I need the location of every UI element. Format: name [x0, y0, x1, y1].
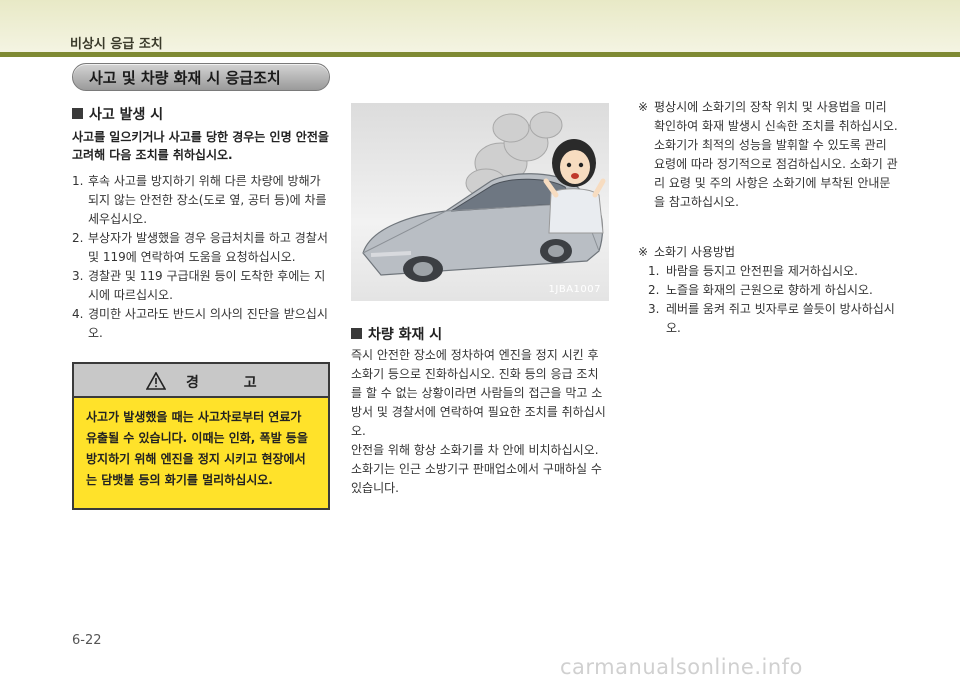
car-fire-illustration: 1JBA1007: [351, 103, 609, 301]
usage-title: 소화기 사용방법: [654, 245, 736, 259]
warning-text: 사고가 발생했을 때는 사고차로부터 연료가 유출될 수 있습니다. 이때는 인…: [86, 410, 308, 487]
accident-steps-list: 1. 후속 사고를 방지하기 위해 다른 차량에 방해가 되지 않는 안전한 장…: [72, 172, 330, 343]
fire-instructions: 즉시 안전한 장소에 정차하여 엔진을 정지 시킨 후 소화기 등으로 진화하십…: [351, 346, 609, 498]
warning-header: 경 고: [74, 364, 328, 398]
list-item: 1. 바람을 등지고 안전핀을 제거하십시오.: [648, 264, 858, 278]
list-item: 2. 부상자가 발생했을 경우 응급처치를 하고 경찰서 및 119에 연락하여…: [72, 231, 328, 264]
accident-heading: 사고 발생 시: [72, 104, 163, 124]
car-illustration: [362, 111, 606, 282]
watermark: carmanualsonline.info: [560, 655, 803, 679]
fire-paragraph: 소화기는 인근 소방기구 판매업소에서 구매하실 수 있습니다.: [351, 462, 602, 495]
fire-heading: 차량 화재 시: [351, 324, 442, 344]
figure-code: 1JBA1007: [548, 284, 601, 295]
header-accent-line: [0, 52, 960, 57]
warning-triangle-icon: [146, 372, 166, 390]
accident-intro: 사고를 일으키거나 사고를 당한 경우는 인명 안전을 고려해 다음 조치를 취…: [72, 130, 329, 162]
list-item: 2. 노즐을 화재의 근원으로 향하게 하십시오.: [648, 283, 873, 297]
list-item: 3. 레버를 움켜 쥐고 빗자루로 쓸듯이 방사하십시오.: [648, 302, 895, 335]
page-number: 6-22: [72, 633, 102, 648]
square-bullet-icon: [351, 328, 362, 339]
list-item: 3. 경찰관 및 119 구급대원 등이 도착한 후에는 지시에 따르십시오.: [72, 269, 326, 302]
warning-label: 경 고: [186, 375, 277, 391]
square-bullet-icon: [72, 108, 83, 119]
reference-mark-icon: ※: [638, 245, 649, 259]
chapter-title: 비상시 응급 조치: [70, 37, 163, 52]
extinguisher-usage: ※ 소화기 사용방법 1. 바람을 등지고 안전핀을 제거하십시오. 2. 노즐…: [638, 243, 900, 338]
list-item: 4. 경미한 사고라도 반드시 의사의 진단을 받으십시오.: [72, 307, 328, 340]
header-band: 비상시 응급 조치: [0, 0, 960, 52]
section-title: 사고 및 차량 화재 시 응급조치: [89, 69, 281, 87]
fire-paragraph: 안전을 위해 항상 소화기를 차 안에 비치하십시오.: [351, 443, 599, 457]
usage-steps-list: 1. 바람을 등지고 안전핀을 제거하십시오. 2. 노즐을 화재의 근원으로 …: [638, 262, 900, 338]
extinguisher-note: ※ 평상시에 소화기의 장착 위치 및 사용법을 미리 확인하여 화재 발생시 …: [638, 98, 900, 212]
section-title-banner: 사고 및 차량 화재 시 응급조치: [72, 63, 330, 91]
reference-mark-icon: ※: [638, 100, 649, 114]
note-text: 평상시에 소화기의 장착 위치 및 사용법을 미리 확인하여 화재 발생시 신속…: [654, 100, 898, 209]
list-item: 1. 후속 사고를 방지하기 위해 다른 차량에 방해가 되지 않는 안전한 장…: [72, 174, 327, 226]
warning-box: 경 고 사고가 발생했을 때는 사고차로부터 연료가 유출될 수 있습니다. 이…: [72, 362, 330, 510]
fire-paragraph: 즉시 안전한 장소에 정차하여 엔진을 정지 시킨 후 소화기 등으로 진화하십…: [351, 348, 606, 438]
